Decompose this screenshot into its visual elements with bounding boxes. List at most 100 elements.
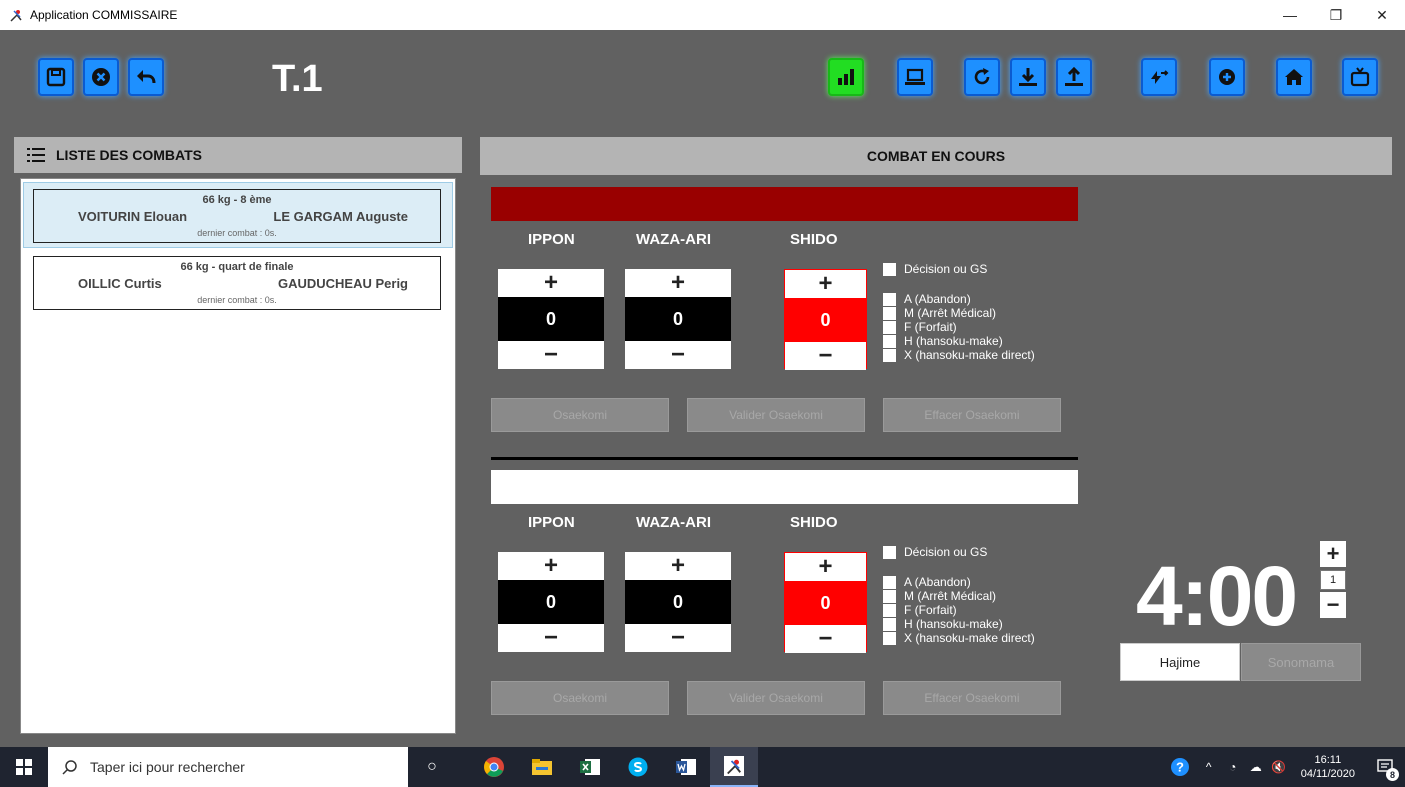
taskbar-search[interactable]: Taper ici pour rechercher (48, 747, 408, 787)
checkbox-decision[interactable]: Décision ou GS (883, 545, 1035, 559)
checkbox-box[interactable] (883, 631, 896, 645)
shido-minus-button[interactable]: − (785, 342, 866, 370)
app-logo-icon (724, 756, 744, 776)
laptop-button[interactable] (897, 58, 933, 96)
tv-button[interactable] (1342, 58, 1378, 96)
checkbox-box[interactable] (883, 603, 896, 617)
commissaire-taskbar-button[interactable] (710, 747, 758, 787)
laptop-icon (905, 68, 925, 85)
ippon-minus-button[interactable]: − (498, 624, 604, 652)
word-taskbar-button[interactable] (662, 747, 710, 787)
start-button[interactable] (0, 747, 48, 787)
cortana-button[interactable]: ○ (408, 747, 456, 787)
excel-taskbar-button[interactable] (566, 747, 614, 787)
wifi-tray-button[interactable]: ◔ (1221, 747, 1245, 787)
app-logo-icon (10, 10, 22, 22)
shido-minus-button[interactable]: − (785, 625, 866, 653)
ippon-value: 0 (498, 580, 604, 624)
title-bar: Application COMMISSAIRE — ❐ ✕ (0, 0, 1405, 30)
upload-button[interactable] (1056, 58, 1092, 96)
skype-taskbar-button[interactable] (614, 747, 662, 787)
timer-step-input[interactable]: 1 (1320, 570, 1346, 590)
shido-plus-button[interactable]: + (785, 553, 866, 581)
help-tray-button[interactable]: ? (1163, 747, 1197, 787)
osaekomi-button-red[interactable]: Osaekomi (491, 398, 669, 432)
fighter-red-name: OILLIC Curtis (78, 276, 162, 291)
add-button[interactable] (1209, 58, 1245, 96)
checkbox-medical[interactable]: M (Arrêt Médical) (883, 589, 1035, 603)
checkbox-box[interactable] (883, 292, 896, 306)
stats-button[interactable] (828, 58, 864, 96)
checkbox-box[interactable] (883, 575, 896, 589)
tray-expand-button[interactable]: ^ (1197, 747, 1221, 787)
explorer-taskbar-button[interactable] (518, 747, 566, 787)
chrome-icon (484, 757, 504, 777)
volume-muted-icon: 🔇 (1271, 760, 1287, 774)
close-window-button[interactable]: ✕ (1359, 0, 1405, 30)
sonomama-button[interactable]: Sonomama (1241, 643, 1361, 681)
taskbar: Taper ici pour rechercher ○ ? ^ ◔ ☁ 🔇 16… (0, 747, 1405, 787)
plus-circle-icon (1219, 69, 1235, 85)
decision-checks-white: Décision ou GS A (Abandon) M (Arrêt Médi… (883, 545, 1035, 645)
volume-tray-button[interactable]: 🔇 (1267, 747, 1291, 787)
checkbox-abandon[interactable]: A (Abandon) (883, 292, 1035, 306)
checkbox-box[interactable] (883, 348, 896, 362)
checkbox-hansoku[interactable]: H (hansoku-make) (883, 334, 1035, 348)
save-button[interactable] (38, 58, 74, 96)
checkbox-box[interactable] (883, 589, 896, 603)
waza-plus-button[interactable]: + (625, 269, 731, 297)
cloud-tray-button[interactable]: ☁ (1245, 747, 1267, 787)
ippon-plus-button[interactable]: + (498, 269, 604, 297)
checkbox-abandon[interactable]: A (Abandon) (883, 575, 1035, 589)
checkbox-box[interactable] (883, 545, 896, 559)
validate-osaekomi-button-white[interactable]: Valider Osaekomi (687, 681, 865, 715)
waza-plus-button[interactable]: + (625, 552, 731, 580)
shido-plus-button[interactable]: + (785, 270, 866, 298)
checkbox-box[interactable] (883, 306, 896, 320)
clear-osaekomi-button-red[interactable]: Effacer Osaekomi (883, 398, 1061, 432)
timer-plus-button[interactable]: + (1320, 541, 1346, 567)
clock[interactable]: 16:11 04/11/2020 (1301, 753, 1355, 781)
ippon-minus-button[interactable]: − (498, 341, 604, 369)
checkbox-forfait[interactable]: F (Forfait) (883, 603, 1035, 617)
restore-button[interactable]: ❐ (1313, 0, 1359, 30)
list-item[interactable]: 66 kg - quart de finale OILLIC Curtis GA… (33, 256, 441, 310)
osaekomi-button-white[interactable]: Osaekomi (491, 681, 669, 715)
fight-list-title: LISTE DES COMBATS (56, 147, 202, 163)
hajime-button[interactable]: Hajime (1120, 643, 1240, 681)
waza-minus-button[interactable]: − (625, 624, 731, 652)
checkbox-decision[interactable]: Décision ou GS (883, 262, 1035, 276)
list-item[interactable]: 66 kg - 8 ème VOITURIN Elouan LE GARGAM … (33, 189, 441, 243)
checkbox-box[interactable] (883, 617, 896, 631)
cancel-button[interactable] (83, 58, 119, 96)
shido-label-white: SHIDO (790, 514, 838, 531)
validate-osaekomi-button-red[interactable]: Valider Osaekomi (687, 398, 865, 432)
undo-button[interactable] (128, 58, 164, 96)
checkbox-label: M (Arrêt Médical) (904, 306, 997, 320)
checkbox-box[interactable] (883, 262, 896, 276)
waza-value: 0 (625, 297, 731, 341)
clear-osaekomi-button-white[interactable]: Effacer Osaekomi (883, 681, 1061, 715)
notification-center-button[interactable]: 8 (1365, 747, 1405, 787)
shido-score-red: + 0 − (784, 269, 867, 370)
checkbox-hansoku-direct[interactable]: X (hansoku-make direct) (883, 348, 1035, 362)
excel-icon (580, 759, 600, 775)
fighter-red-name: VOITURIN Elouan (78, 209, 188, 224)
checkbox-box[interactable] (883, 334, 896, 348)
last-fight-time: dernier combat : 0s. (197, 295, 277, 305)
refresh-button[interactable] (964, 58, 1000, 96)
chrome-taskbar-button[interactable] (470, 747, 518, 787)
ippon-plus-button[interactable]: + (498, 552, 604, 580)
checkbox-forfait[interactable]: F (Forfait) (883, 320, 1035, 334)
home-button[interactable] (1276, 58, 1312, 96)
download-button[interactable] (1010, 58, 1046, 96)
timer-minus-button[interactable]: − (1320, 592, 1346, 618)
swap-button[interactable] (1141, 58, 1177, 96)
checkbox-hansoku-direct[interactable]: X (hansoku-make direct) (883, 631, 1035, 645)
checkbox-box[interactable] (883, 320, 896, 334)
checkbox-medical[interactable]: M (Arrêt Médical) (883, 306, 1035, 320)
checkbox-hansoku[interactable]: H (hansoku-make) (883, 617, 1035, 631)
checkbox-label: H (hansoku-make) (904, 617, 1003, 631)
waza-minus-button[interactable]: − (625, 341, 731, 369)
minimize-button[interactable]: — (1267, 0, 1313, 30)
